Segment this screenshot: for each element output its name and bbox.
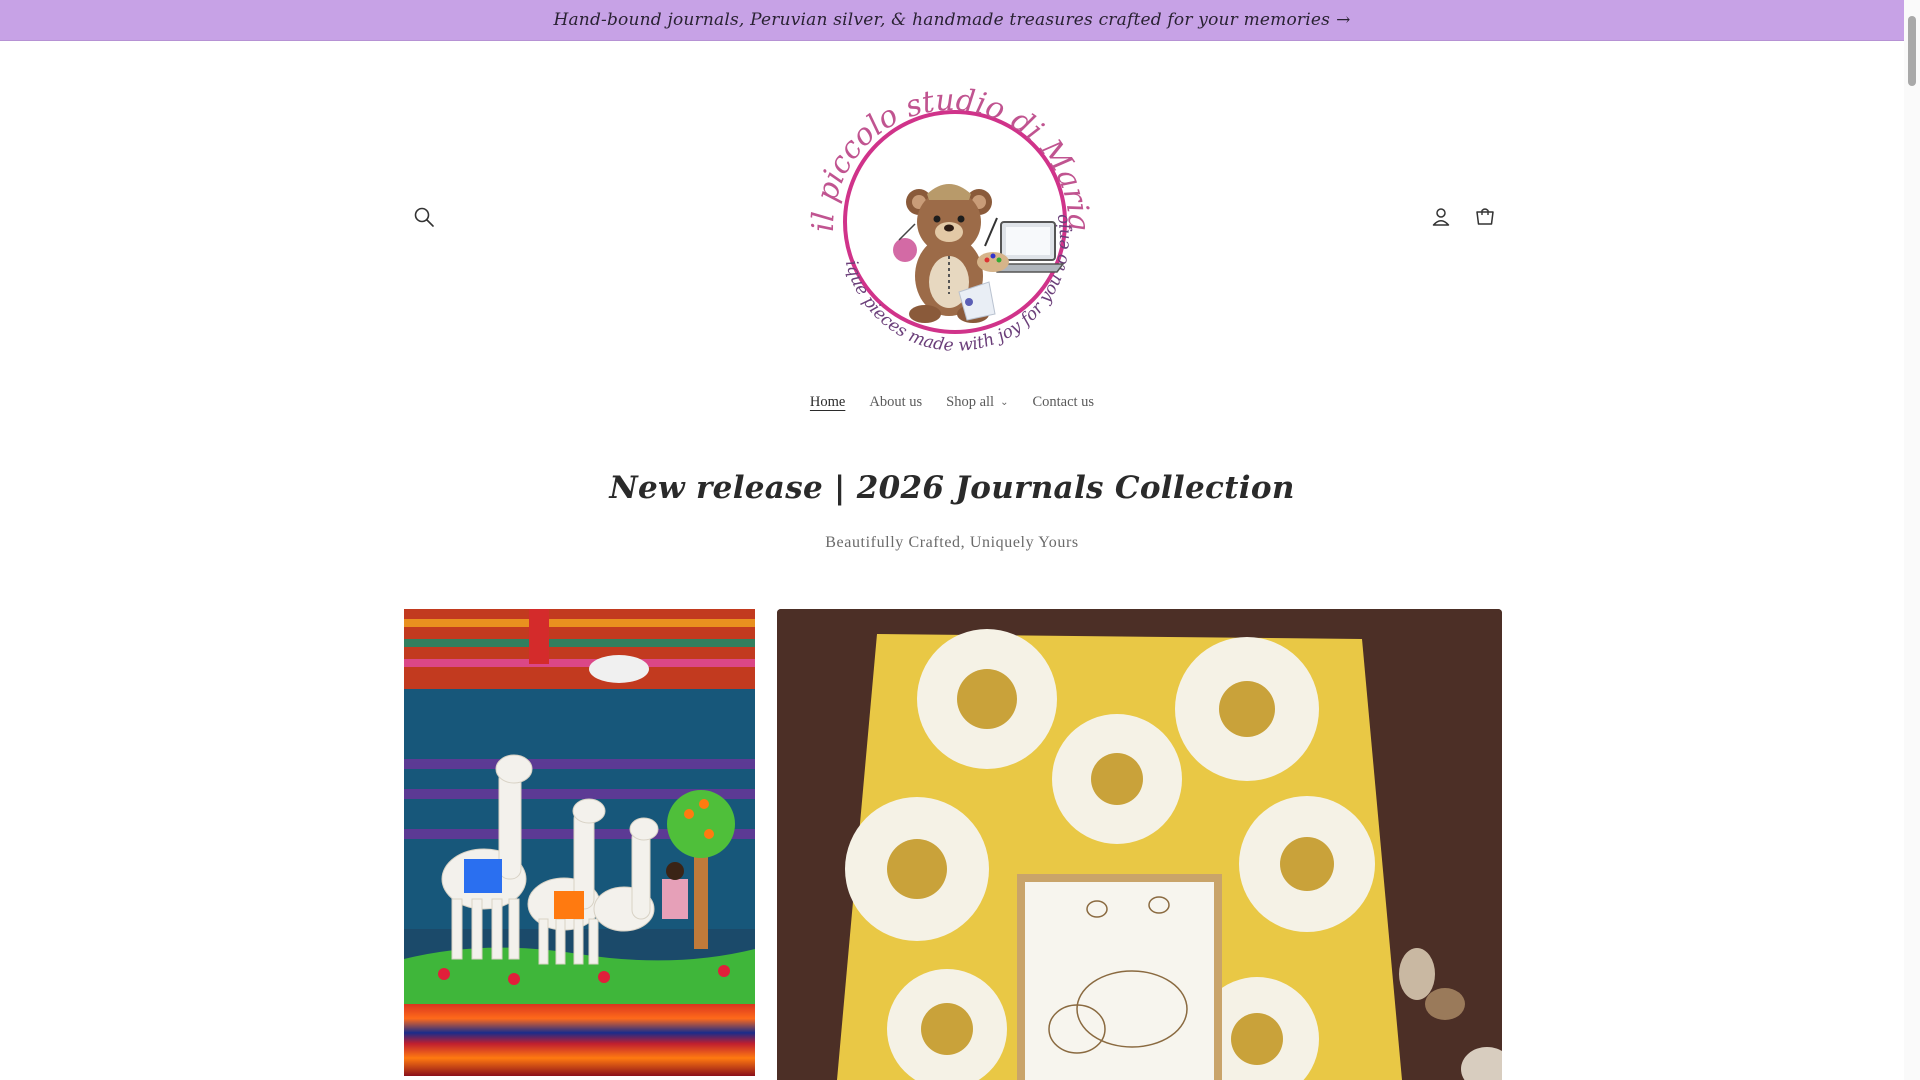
collection-subtitle: Beautifully Crafted, Uniquely Yours — [825, 534, 1079, 551]
nav-label: About us — [869, 394, 923, 410]
cart-button[interactable] — [1471, 203, 1499, 231]
search-icon — [414, 207, 434, 227]
nav-label: Shop all — [946, 394, 995, 410]
main-nav: Home About us Shop all ⌄ Contact us — [0, 390, 1904, 415]
product-image-llama-embroidery[interactable] — [404, 609, 755, 1076]
llama-embroidery-illustration — [404, 609, 755, 1076]
arrow-right-icon: → — [1336, 10, 1351, 30]
cart-icon — [1476, 208, 1494, 225]
search-button[interactable] — [410, 203, 438, 231]
laptop-illustration — [977, 217, 1065, 273]
daisy-journal-illustration — [777, 609, 1502, 1080]
product-image-daisy-journal[interactable] — [777, 609, 1502, 1080]
nav-label: Home — [809, 394, 846, 410]
nav-item-shop-all[interactable]: Shop all ⌄ — [934, 390, 1020, 415]
collection-title: New release | 2026 Journals Collection — [609, 470, 1295, 506]
nav-item-about[interactable]: About us — [857, 390, 934, 415]
nav-label: Contact us — [1032, 394, 1095, 410]
store-logo[interactable]: il piccolo studio di Maria Unique pieces… — [805, 68, 1097, 364]
nav-item-contact[interactable]: Contact us — [1020, 390, 1106, 415]
chevron-down-icon: ⌄ — [1000, 397, 1009, 408]
scrollbar-thumb[interactable] — [1908, 16, 1916, 86]
announcement-text: Hand-bound journals, Peruvian silver, & … — [553, 10, 1331, 30]
scrollbar[interactable] — [1904, 0, 1920, 1080]
account-button[interactable] — [1427, 203, 1455, 231]
account-icon — [1432, 208, 1450, 226]
announcement-bar[interactable]: Hand-bound journals, Peruvian silver, & … — [0, 0, 1904, 41]
nav-item-home[interactable]: Home — [798, 390, 857, 415]
